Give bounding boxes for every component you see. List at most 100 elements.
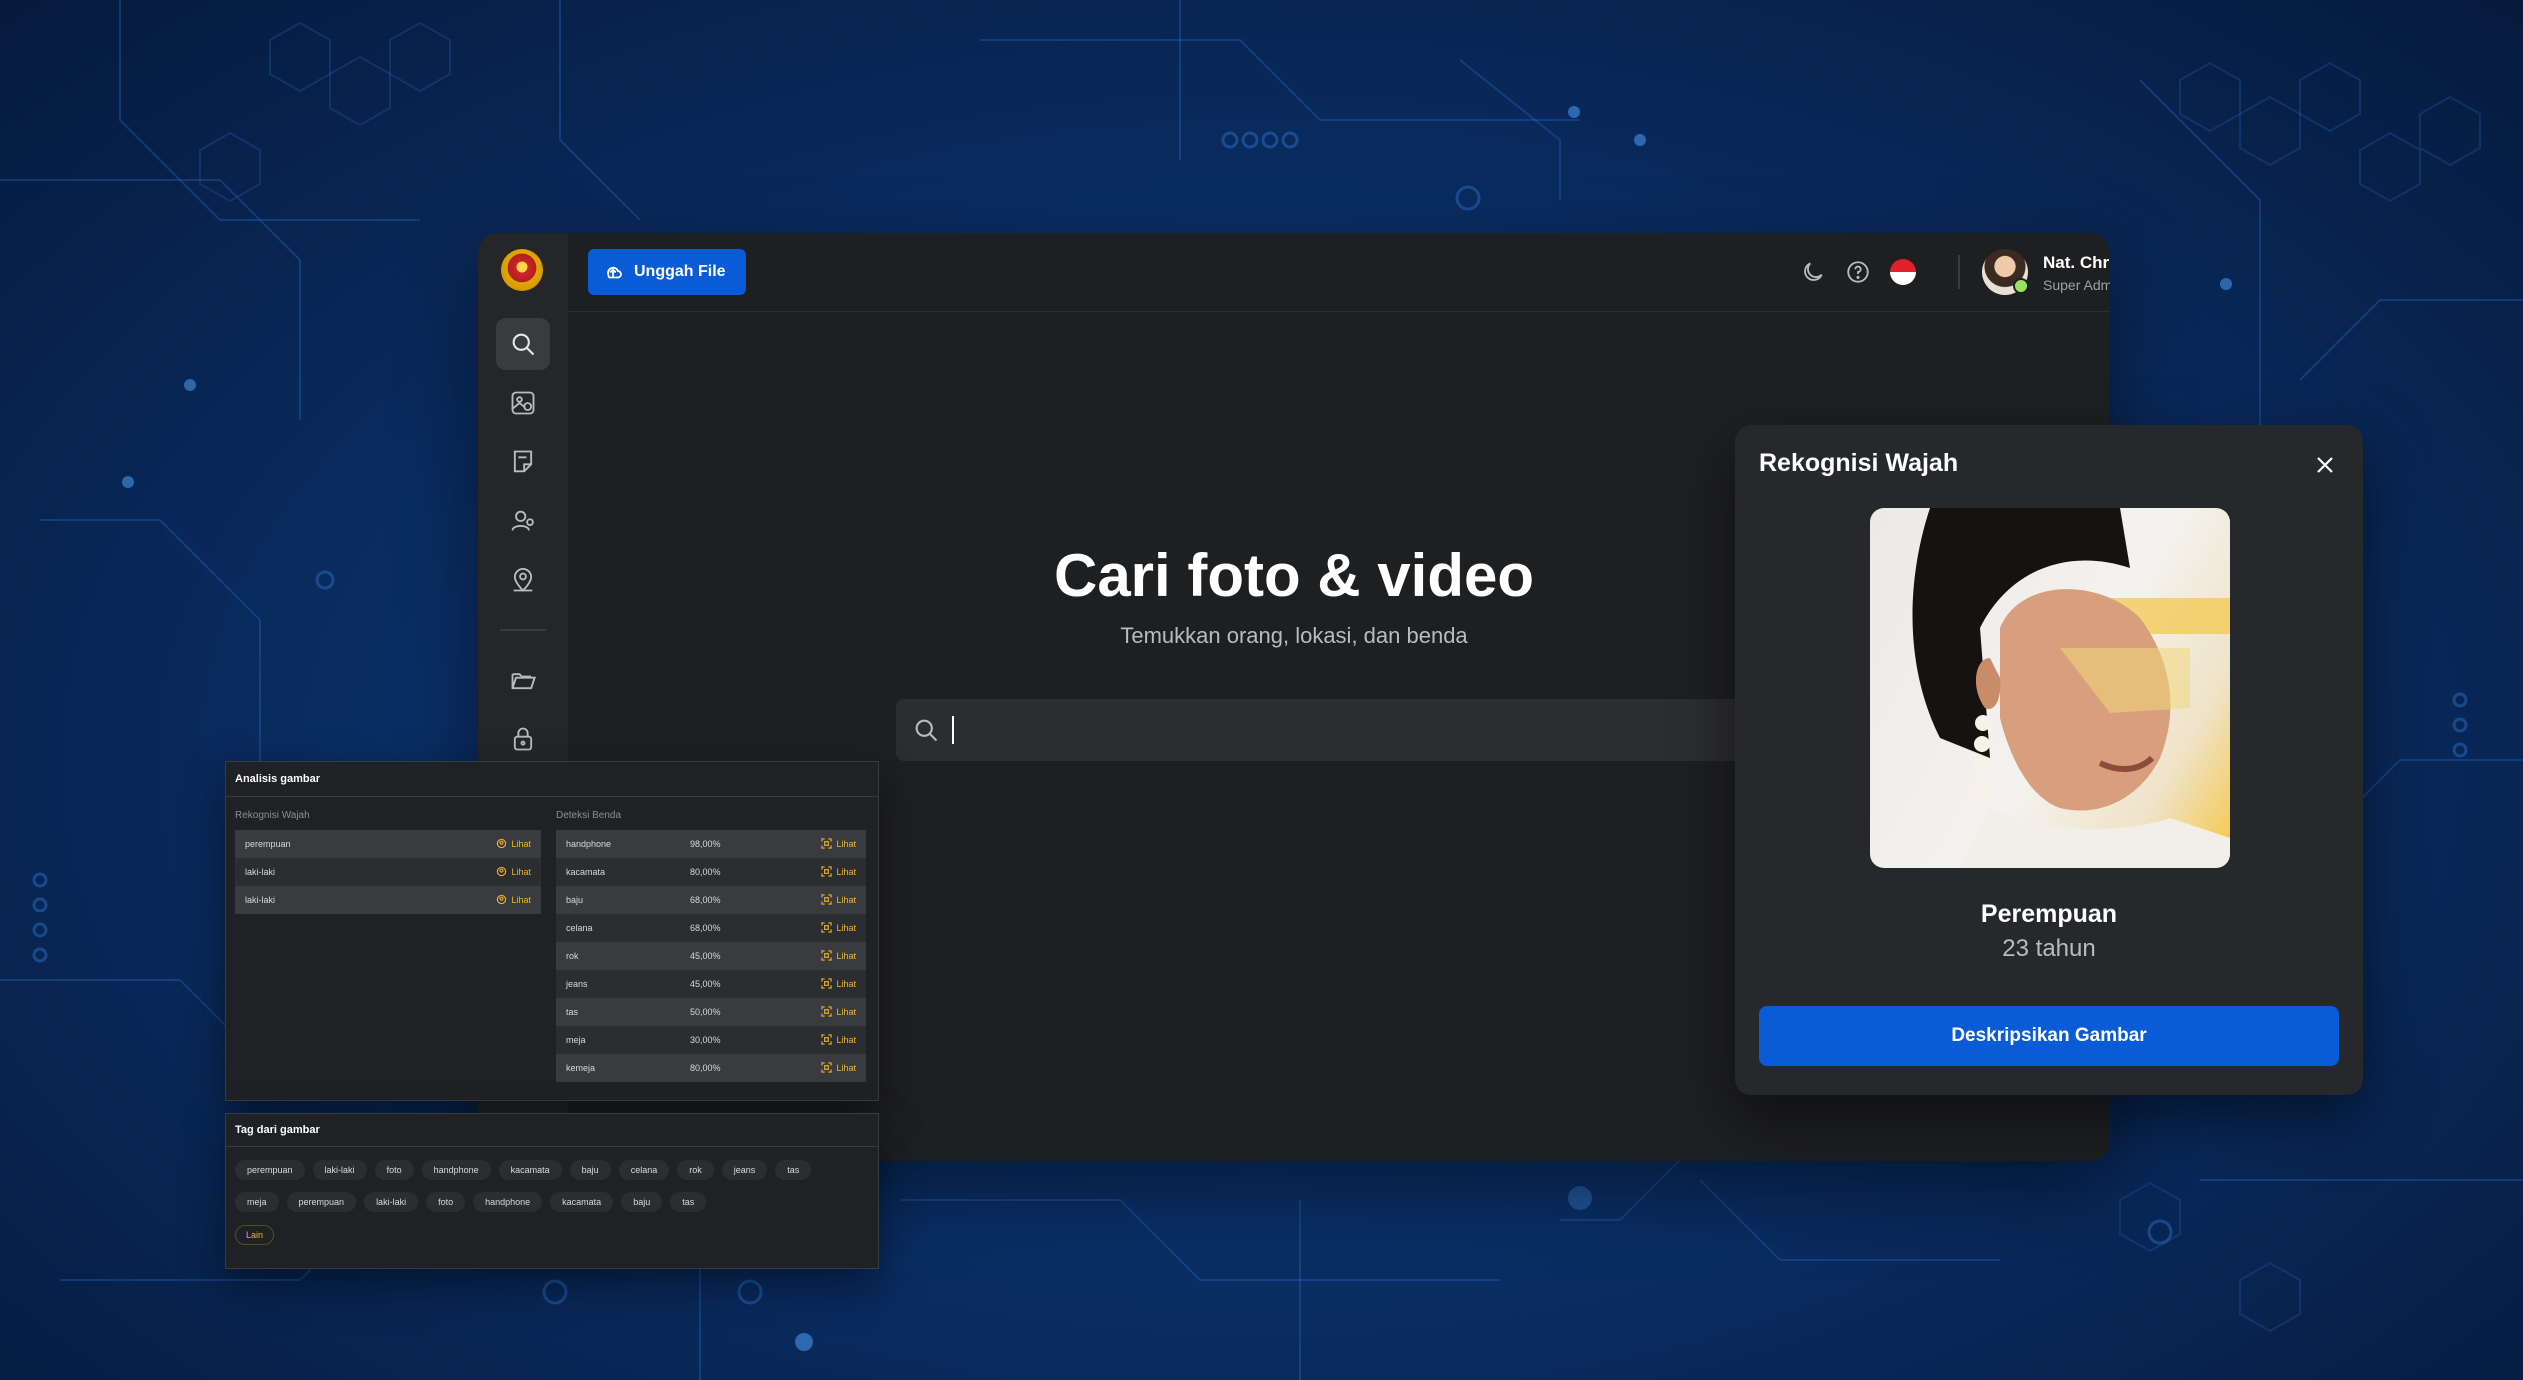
see-label: Lihat [836,1007,856,1017]
see-object-button[interactable]: Lihat [821,1005,856,1019]
modal-title: Rekognisi Wajah [1759,449,1959,477]
face-row: laki-laki Lihat [235,858,541,886]
object-row: meja 30,00% Lihat [556,1026,866,1054]
object-label: celana [566,923,593,933]
object-row: tas 50,00% Lihat [556,998,866,1026]
face-label: laki-laki [245,867,276,877]
sidebar-item-tags[interactable] [496,436,550,488]
see-label: Lihat [836,1035,856,1045]
object-row: kacamata 80,00% Lihat [556,858,866,886]
indonesia-flag-icon [1890,259,1916,285]
object-label: kemeja [566,1063,596,1073]
object-label: jeans [566,979,588,989]
tag-row: meja perempuan laki-laki foto handphone kacam… [235,1192,707,1212]
face-label: laki-laki [245,895,276,905]
sidebar-item-image-search[interactable] [496,377,550,429]
tag-chip[interactable]: celana [618,1160,670,1180]
see-label: Lihat [836,951,856,961]
tag-chip[interactable]: baju [569,1160,611,1180]
sidebar-item-lock[interactable] [496,713,550,765]
face-label: perempuan [245,839,291,849]
describe-image-button[interactable]: Deskripsikan Gambar [1759,1006,2339,1066]
see-object-button[interactable]: Lihat [821,837,856,851]
tag-chip[interactable]: tas [775,1160,812,1180]
tag-row: Lain [235,1225,275,1245]
tag-chip[interactable]: baju [621,1192,663,1212]
language-selector[interactable] [1888,257,1918,287]
object-label: rok [566,951,579,961]
see-object-button[interactable]: Lihat [821,865,856,879]
sidebar-item-search[interactable] [496,318,550,370]
lock-icon [513,727,533,751]
analysis-title: Analisis gambar [226,762,878,797]
tag-chip[interactable]: kacamata [550,1192,614,1212]
bounding-box-icon [821,837,833,851]
sidebar-item-folder[interactable] [496,654,550,706]
object-list: handphone 98,00% Lihat kacamata 80,00% Lihat b… [556,830,866,1082]
face-row: laki-laki Lihat [235,886,541,914]
see-object-button[interactable]: Lihat [821,893,856,907]
object-label: baju [566,895,584,905]
dark-mode-toggle[interactable] [1798,257,1828,287]
see-label: Lihat [511,867,531,877]
confidence-value: 30,00% [690,1035,721,1045]
see-object-button[interactable]: Lihat [821,977,856,991]
see-face-button[interactable]: Lihat [496,866,531,879]
tag-chip[interactable]: perempuan [286,1192,357,1212]
tag-chip[interactable]: handphone [473,1192,543,1212]
detected-age: 23 tahun [2002,935,2096,962]
tag-chip[interactable]: rok [677,1160,714,1180]
user-role: Super Admin [2043,277,2110,293]
help-button[interactable] [1843,257,1873,287]
agency-logo [501,249,543,291]
bounding-box-icon [821,1061,833,1075]
sidebar-item-face-recognition[interactable] [496,495,550,547]
confidence-value: 45,00% [690,979,721,989]
object-label: kacamata [566,867,606,877]
topbar-divider [1958,255,1960,289]
see-object-button[interactable]: Lihat [821,1033,856,1047]
object-label: tas [566,1007,579,1017]
folder-icon [511,673,536,690]
face-photo [1870,508,2230,868]
close-button[interactable] [2309,449,2341,481]
moon-icon [1804,262,1823,281]
bounding-box-icon [821,865,833,879]
face-recognition-icon [511,510,534,531]
tag-chip[interactable]: tas [670,1192,707,1212]
tag-chip[interactable]: foto [426,1192,466,1212]
tag-chip[interactable]: kacamata [498,1160,562,1180]
bounding-box-icon [821,921,833,935]
object-label: handphone [566,839,612,849]
see-object-button[interactable]: Lihat [821,921,856,935]
more-tags-button[interactable]: Lain [235,1225,275,1245]
see-label: Lihat [836,1063,856,1073]
see-label: Lihat [836,895,856,905]
tag-chip[interactable]: handphone [421,1160,491,1180]
see-label: Lihat [511,895,531,905]
see-label: Lihat [836,923,856,933]
confidence-value: 80,00% [690,1063,721,1073]
top-bar: Unggah File Nat. Christabella Super Admi… [568,233,2110,312]
image-analysis-panel: Analisis gambar Rekognisi Wajah Deteksi … [225,761,879,1101]
see-face-button[interactable]: Lihat [496,894,531,907]
image-search-icon [511,391,535,415]
tag-chip[interactable]: laki-laki [312,1160,367,1180]
see-object-button[interactable]: Lihat [821,1061,856,1075]
upload-icon [607,266,622,279]
user-avatar[interactable] [1982,249,2029,295]
see-object-button[interactable]: Lihat [821,949,856,963]
tag-chip[interactable]: perempuan [235,1160,305,1180]
tag-chip[interactable]: foto [374,1160,414,1180]
tag-chip[interactable]: laki-laki [364,1192,419,1212]
see-face-button[interactable]: Lihat [496,838,531,851]
upload-file-button[interactable]: Unggah File [588,249,746,295]
tag-chip[interactable]: jeans [721,1160,768,1180]
object-row: rok 45,00% Lihat [556,942,866,970]
tag-chip[interactable]: meja [235,1192,279,1212]
confidence-value: 98,00% [690,839,721,849]
face-row: perempuan Lihat [235,830,541,858]
bounding-box-icon [821,893,833,907]
confidence-value: 68,00% [690,895,721,905]
confidence-value: 68,00% [690,923,721,933]
